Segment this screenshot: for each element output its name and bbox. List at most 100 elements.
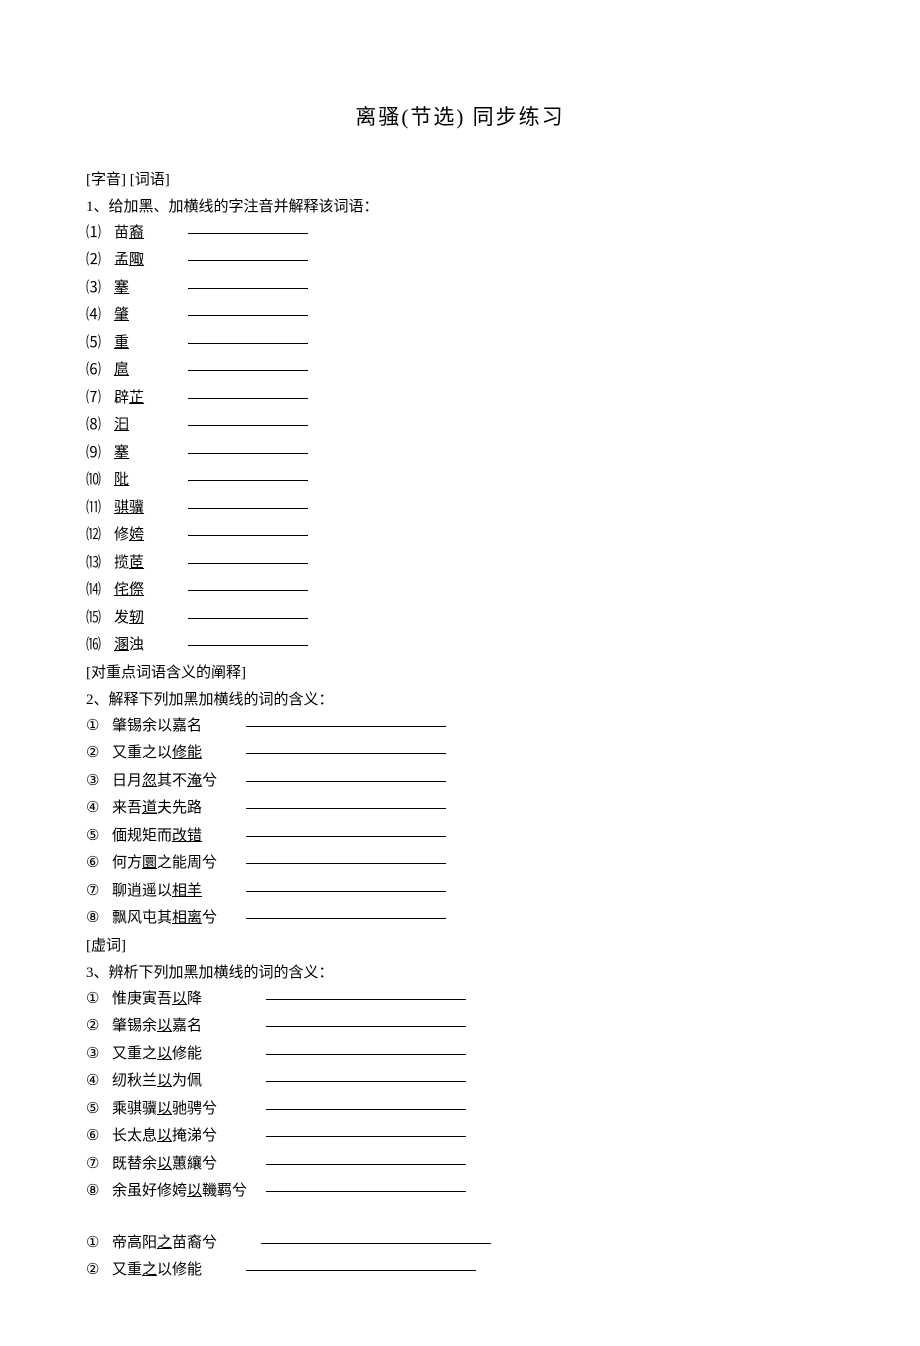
answer-blank[interactable] [188, 563, 308, 564]
answer-blank[interactable] [188, 535, 308, 536]
item-text: 肇锡余以嘉名 [112, 714, 202, 740]
underlined-char: 陬 [129, 252, 144, 268]
item-text: 纫秋兰以为佩 [112, 1069, 202, 1095]
answer-blank[interactable] [188, 233, 308, 234]
answer-blank[interactable] [188, 453, 308, 454]
list-item: ⑤乘骐骥以驰骋兮 [86, 1097, 834, 1123]
item-text: 辟芷 [114, 386, 144, 412]
item-number: ⑥ [86, 851, 112, 877]
answer-blank[interactable] [266, 1081, 466, 1082]
item-text: 又重之以修能 [112, 741, 202, 767]
answer-blank[interactable] [188, 645, 308, 646]
item-number: ⑽ [86, 468, 114, 494]
underlined-char: 以 [157, 1073, 172, 1089]
item-text: 飘风屯其相离兮 [112, 906, 217, 932]
underlined-char: 汩 [114, 417, 129, 433]
list-item: ⑻汩 [86, 413, 834, 439]
answer-blank[interactable] [246, 918, 446, 919]
item-text: 惟庚寅吾以降 [112, 987, 202, 1013]
item-number: ⑥ [86, 1124, 112, 1150]
answer-blank[interactable] [188, 370, 308, 371]
underlined-char: 以 [157, 1018, 172, 1034]
list-item: ⑤偭规矩而改错 [86, 824, 834, 850]
answer-blank[interactable] [266, 1136, 466, 1137]
answer-blank[interactable] [246, 863, 446, 864]
answer-blank[interactable] [266, 1109, 466, 1110]
item-number: ⑴ [86, 221, 114, 247]
underlined-char: 扈 [114, 362, 129, 378]
answer-blank[interactable] [188, 590, 308, 591]
list-item: ④纫秋兰以为佩 [86, 1069, 834, 1095]
list-item: ⑿修姱 [86, 523, 834, 549]
answer-blank[interactable] [188, 480, 308, 481]
answer-blank[interactable] [188, 288, 308, 289]
item-number: ① [86, 1231, 112, 1257]
item-number: ⑻ [86, 413, 114, 439]
list-item: ⒃溷浊 [86, 633, 834, 659]
item-text: 又重之以修能 [112, 1258, 202, 1284]
answer-blank[interactable] [261, 1243, 491, 1244]
item-text: 阰 [114, 468, 129, 494]
answer-blank[interactable] [188, 425, 308, 426]
item-text: 扈 [114, 358, 129, 384]
item-number: ① [86, 987, 112, 1013]
answer-blank[interactable] [246, 753, 446, 754]
answer-blank[interactable] [188, 315, 308, 316]
item-number: ⑧ [86, 906, 112, 932]
item-number: ⑤ [86, 824, 112, 850]
answer-blank[interactable] [266, 1026, 466, 1027]
answer-blank[interactable] [266, 1191, 466, 1192]
answer-blank[interactable] [266, 1054, 466, 1055]
list-item: ⑷肇 [86, 303, 834, 329]
answer-blank[interactable] [188, 508, 308, 509]
answer-blank[interactable] [246, 891, 446, 892]
answer-blank[interactable] [246, 1270, 476, 1271]
q1-list: ⑴苗裔⑵孟陬⑶搴⑷肇⑸重⑹扈⑺辟芷⑻汩⑼搴⑽阰⑾骐骥⑿修姱⒀揽茝⒁侘傺⒂发轫⒃溷… [86, 221, 834, 659]
item-text: 乘骐骥以驰骋兮 [112, 1097, 217, 1123]
underlined-char: 道 [142, 800, 157, 816]
underlined-char: 相离 [172, 910, 202, 926]
item-number: ⑦ [86, 1152, 112, 1178]
item-text: 侘傺 [114, 578, 144, 604]
item-text: 又重之以修能 [112, 1042, 202, 1068]
underlined-char: 圜 [142, 855, 157, 871]
item-text: 帝高阳之苗裔兮 [112, 1231, 217, 1257]
list-item: ⑴苗裔 [86, 221, 834, 247]
item-number: ③ [86, 1042, 112, 1068]
answer-blank[interactable] [188, 260, 308, 261]
underlined-char: 以 [187, 1183, 202, 1199]
item-text: 何方圜之能周兮 [112, 851, 217, 877]
item-number: ⑼ [86, 441, 114, 467]
answer-blank[interactable] [246, 836, 446, 837]
answer-blank[interactable] [266, 1164, 466, 1165]
answer-blank[interactable] [246, 781, 446, 782]
underlined-char: 以 [157, 1128, 172, 1144]
underlined-char: 以 [172, 991, 187, 1007]
underlined-char: 之 [157, 1235, 172, 1251]
answer-blank[interactable] [266, 999, 466, 1000]
underlined-char: 改错 [172, 828, 202, 844]
q3-intro: 3、辨析下列加黑加横线的词的含义： [86, 961, 834, 987]
underlined-char: 以 [157, 1156, 172, 1172]
list-item: ⑥何方圜之能周兮 [86, 851, 834, 877]
answer-blank[interactable] [188, 343, 308, 344]
underlined-char: 修能 [172, 745, 202, 761]
underlined-char: 之 [142, 1262, 157, 1278]
list-item: ⑶搴 [86, 276, 834, 302]
item-text: 汩 [114, 413, 129, 439]
answer-blank[interactable] [188, 398, 308, 399]
item-text: 偭规矩而改错 [112, 824, 202, 850]
answer-blank[interactable] [188, 618, 308, 619]
list-item: ⑾骐骥 [86, 496, 834, 522]
list-item: ⑧余虽好修姱以鞿羁兮 [86, 1179, 834, 1205]
answer-blank[interactable] [246, 726, 446, 727]
item-text: 来吾道夫先路 [112, 796, 202, 822]
answer-blank[interactable] [246, 808, 446, 809]
underlined-char: 茝 [129, 555, 144, 571]
page-title: 离骚(节选) 同步练习 [86, 100, 834, 136]
item-number: ② [86, 741, 112, 767]
item-number: ⑦ [86, 879, 112, 905]
q4-list: ①帝高阳之苗裔兮②又重之以修能 [86, 1231, 834, 1284]
section-label-3: [虚词] [86, 934, 834, 960]
item-text: 发轫 [114, 606, 144, 632]
